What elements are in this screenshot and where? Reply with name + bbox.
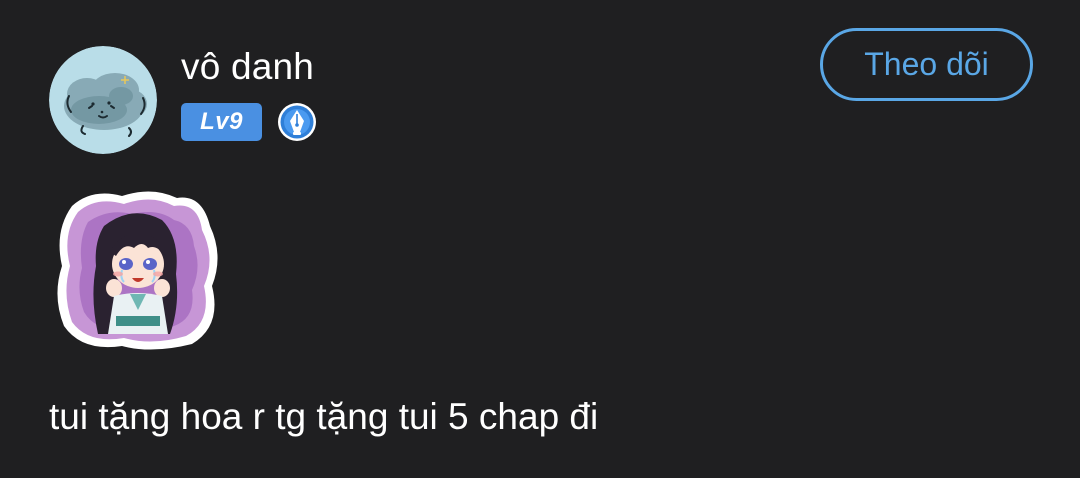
comment-card: vô danh Lv9 Theo dõi tui tặng hoa r tg t… (0, 0, 1080, 478)
pen-nib-icon (277, 102, 317, 142)
username[interactable]: vô danh (181, 44, 314, 90)
crying-anime-girl-sticker (52, 186, 224, 352)
level-badge: Lv9 (181, 103, 262, 141)
cloud-doodle-avatar-icon (49, 46, 157, 154)
comment-text: tui tặng hoa r tg tặng tui 5 chap đi (49, 396, 599, 437)
user-avatar[interactable] (49, 46, 157, 154)
follow-button[interactable]: Theo dõi (820, 28, 1033, 101)
